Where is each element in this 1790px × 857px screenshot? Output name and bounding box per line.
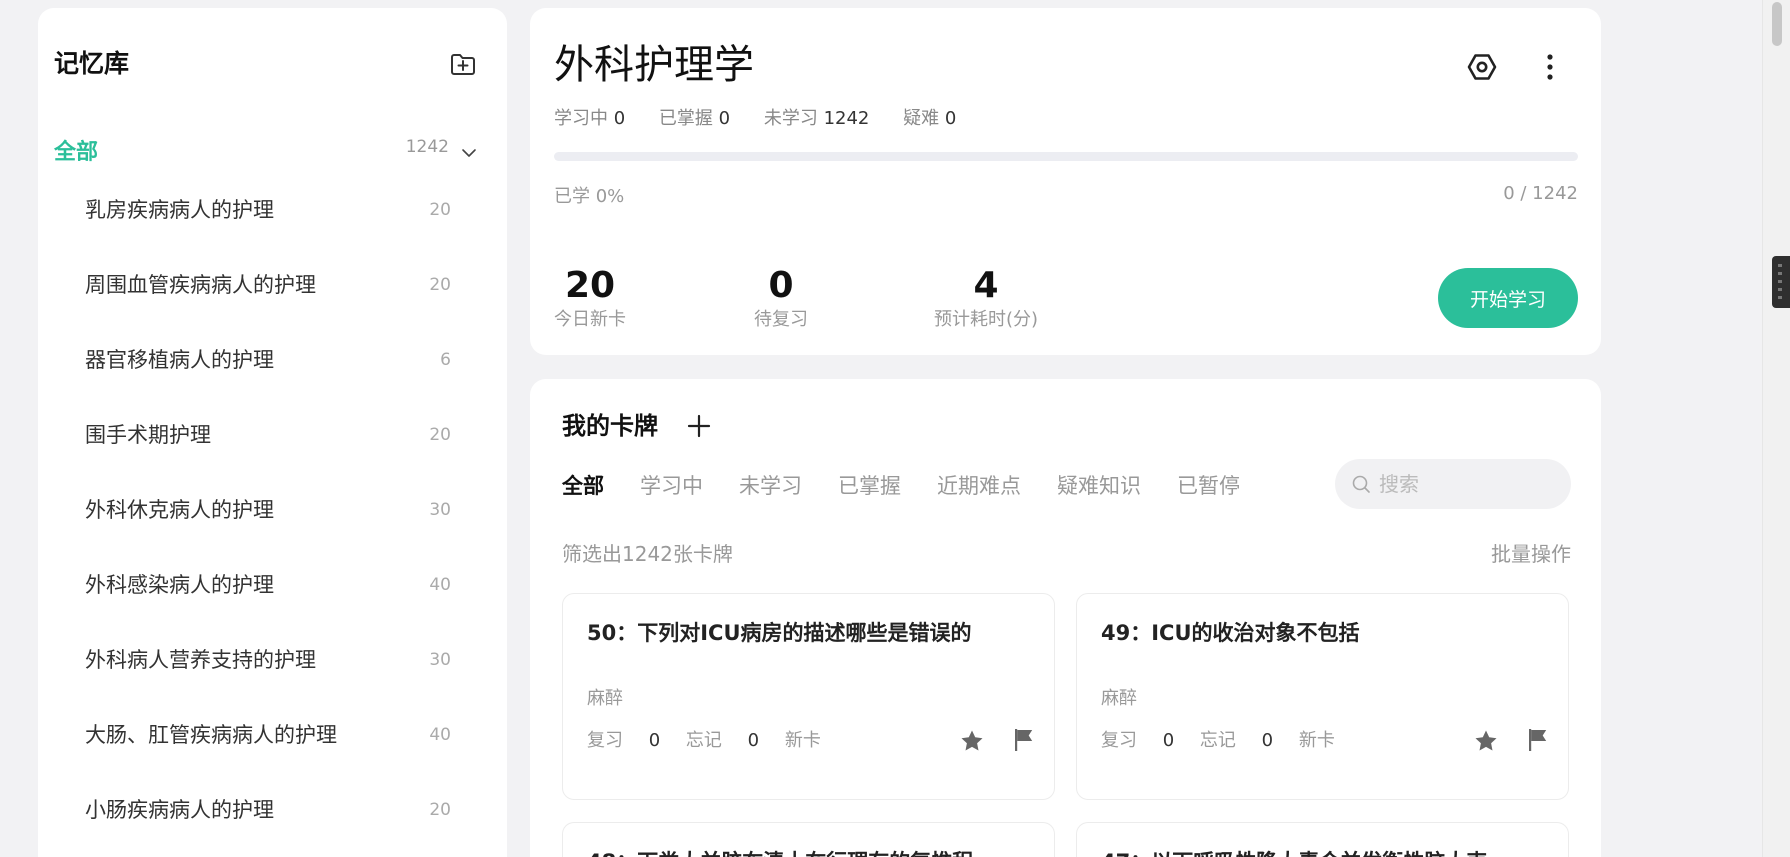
card-item-partial[interactable]: 47：以下呼吸性降大素会并发衡性脑大束 (1076, 822, 1569, 857)
tab-recent-difficult[interactable]: 近期难点 (937, 471, 1021, 501)
my-cards-panel: 我的卡牌 全部 学习中 未学习 已掌握 近期难点 疑难知识 已暂停 筛选出124… (530, 379, 1601, 857)
sidebar-item[interactable]: 围手术期护理 20 (38, 415, 507, 490)
sidebar-item-label: 周围血管疾病病人的护理 (85, 273, 316, 297)
sidebar-item-label: 外科感染病人的护理 (85, 573, 274, 597)
kpi-value: 0 (768, 265, 794, 306)
card-question: 49：ICU的收治对象不包括 (1101, 621, 1360, 645)
card-question: 48：下类大并胶布清士在行理存的复惟程 (587, 847, 973, 857)
search-box (1335, 459, 1571, 509)
more-vertical-icon[interactable] (1530, 47, 1570, 87)
card-forget: 忘记 0 (1199, 730, 1274, 751)
folder-plus-icon[interactable] (449, 50, 477, 78)
course-title: 外科护理学 (554, 42, 754, 88)
course-stats: 学习中 0 已掌握 0 未学习 1242 疑难 0 (554, 104, 984, 134)
card-status: 新卡 (1298, 730, 1335, 751)
sidebar-item[interactable]: 小肠疾病病人的护理 20 (38, 790, 507, 857)
sidebar-item[interactable]: 器官移植病人的护理 6 (38, 340, 507, 415)
settings-hex-icon[interactable] (1462, 47, 1502, 87)
tab-all[interactable]: 全部 (562, 471, 604, 501)
kpi-estimated-time: 4 预计耗时(分) (934, 264, 1038, 332)
kpi-to-review: 0 待复习 (754, 264, 808, 332)
progress-bar (554, 152, 1578, 161)
sidebar-item-count: 40 (429, 575, 451, 595)
card-status: 新卡 (784, 730, 821, 751)
progress-count: 0 / 1242 (1503, 183, 1578, 204)
tab-learning[interactable]: 学习中 (640, 471, 703, 501)
cards-panel-title: 我的卡牌 (562, 412, 658, 440)
filter-result-text: 筛选出1242张卡牌 (562, 542, 733, 566)
sidebar-item-count: 20 (429, 800, 451, 820)
flag-icon[interactable] (1524, 727, 1550, 753)
kpi-value: 4 (973, 265, 999, 306)
tab-mastered[interactable]: 已掌握 (838, 471, 901, 501)
stat-difficult: 疑难 0 (903, 108, 957, 129)
sidebar-item-label: 外科病人营养支持的护理 (85, 648, 316, 672)
kpi-label: 待复习 (754, 309, 808, 330)
tab-difficult-knowledge[interactable]: 疑难知识 (1057, 471, 1141, 501)
sidebar-item-count: 20 (429, 275, 451, 295)
chevron-down-icon[interactable] (459, 143, 479, 163)
sidebar-item-count: 20 (429, 425, 451, 445)
sidebar-title: 记忆库 (54, 49, 130, 78)
search-input[interactable] (1379, 472, 1569, 496)
kpi-label: 预计耗时(分) (934, 309, 1039, 330)
card-item[interactable]: 50：下列对ICU病房的描述哪些是错误的 麻醉 复习 0 忘记 0 新卡 (562, 593, 1055, 800)
sidebar-all-count: 1242 (405, 137, 449, 157)
side-drawer-handle[interactable] (1772, 256, 1790, 308)
star-icon[interactable] (1473, 728, 1499, 754)
card-tag: 麻醉 (1101, 688, 1137, 709)
sidebar-item-label: 小肠疾病病人的护理 (85, 798, 274, 822)
kpi-new-today: 20 今日新卡 (554, 264, 626, 332)
sidebar-item-count: 40 (429, 725, 451, 745)
star-icon[interactable] (959, 728, 985, 754)
card-item-partial[interactable]: 48：下类大并胶布清士在行理存的复惟程 (562, 822, 1055, 857)
card-forget: 忘记 0 (685, 730, 760, 751)
batch-operation-link[interactable]: 批量操作 (1491, 539, 1571, 569)
sidebar-item-label: 大肠、肛管疾病病人的护理 (85, 723, 337, 747)
sidebar-item-count: 20 (429, 200, 451, 220)
card-question: 47：以下呼吸性降大素会并发衡性脑大束 (1101, 847, 1487, 857)
stat-unlearned: 未学习 1242 (763, 108, 870, 129)
card-item[interactable]: 49：ICU的收治对象不包括 麻醉 复习 0 忘记 0 新卡 (1076, 593, 1569, 800)
scrollbar-thumb[interactable] (1772, 2, 1782, 46)
card-review: 复习 0 (587, 730, 661, 751)
kpi-value: 20 (564, 265, 616, 306)
sidebar-item-label: 外科休克病人的护理 (85, 498, 274, 522)
sidebar-item[interactable]: 大肠、肛管疾病病人的护理 40 (38, 715, 507, 790)
stat-mastered: 已掌握 0 (658, 108, 731, 129)
course-overview: 外科护理学 学习中 0 已掌握 0 未学习 1242 疑难 0 已学 0% 0 … (530, 8, 1601, 355)
sidebar-item-label: 乳房疾病病人的护理 (85, 198, 274, 222)
card-question: 50：下列对ICU病房的描述哪些是错误的 (587, 621, 972, 645)
sidebar-list: 乳房疾病病人的护理 20 周围血管疾病病人的护理 20 器官移植病人的护理 6 … (38, 190, 507, 857)
stat-learning: 学习中 0 (554, 108, 626, 129)
kpi-label: 今日新卡 (554, 309, 626, 330)
sidebar-item-count: 30 (429, 650, 451, 670)
card-meta: 复习 0 忘记 0 新卡 (587, 728, 841, 754)
sidebar-item-label: 围手术期护理 (85, 423, 211, 447)
progress-percent: 已学 0% (554, 186, 625, 207)
sidebar-item-count: 30 (429, 500, 451, 520)
add-card-icon[interactable] (685, 412, 713, 440)
sidebar-item[interactable]: 周围血管疾病病人的护理 20 (38, 265, 507, 340)
start-study-button[interactable]: 开始学习 (1438, 268, 1578, 328)
sidebar-item[interactable]: 外科感染病人的护理 40 (38, 565, 507, 640)
sidebar-item[interactable]: 乳房疾病病人的护理 20 (38, 190, 507, 265)
tab-unlearned[interactable]: 未学习 (739, 471, 802, 501)
sidebar-header: 记忆库 (54, 44, 477, 84)
sidebar-item-label: 器官移植病人的护理 (85, 348, 274, 372)
card-review: 复习 0 (1101, 730, 1175, 751)
card-meta: 复习 0 忘记 0 新卡 (1101, 728, 1355, 754)
card-filter-tabs: 全部 学习中 未学习 已掌握 近期难点 疑难知识 已暂停 (562, 471, 1276, 501)
library-sidebar: 记忆库 全部 1242 乳房疾病病人的护理 20 周围血管疾病病人的护理 20 … (38, 8, 507, 857)
sidebar-item-all[interactable]: 全部 1242 (54, 133, 479, 173)
sidebar-item[interactable]: 外科休克病人的护理 30 (38, 490, 507, 565)
sidebar-item[interactable]: 外科病人营养支持的护理 30 (38, 640, 507, 715)
tab-paused[interactable]: 已暂停 (1177, 471, 1240, 501)
card-tag: 麻醉 (587, 688, 623, 709)
sidebar-all-label: 全部 (54, 140, 99, 165)
sidebar-item-count: 6 (440, 350, 451, 370)
page-scrollbar[interactable] (1762, 0, 1790, 857)
flag-icon[interactable] (1010, 727, 1036, 753)
search-icon (1352, 475, 1370, 493)
